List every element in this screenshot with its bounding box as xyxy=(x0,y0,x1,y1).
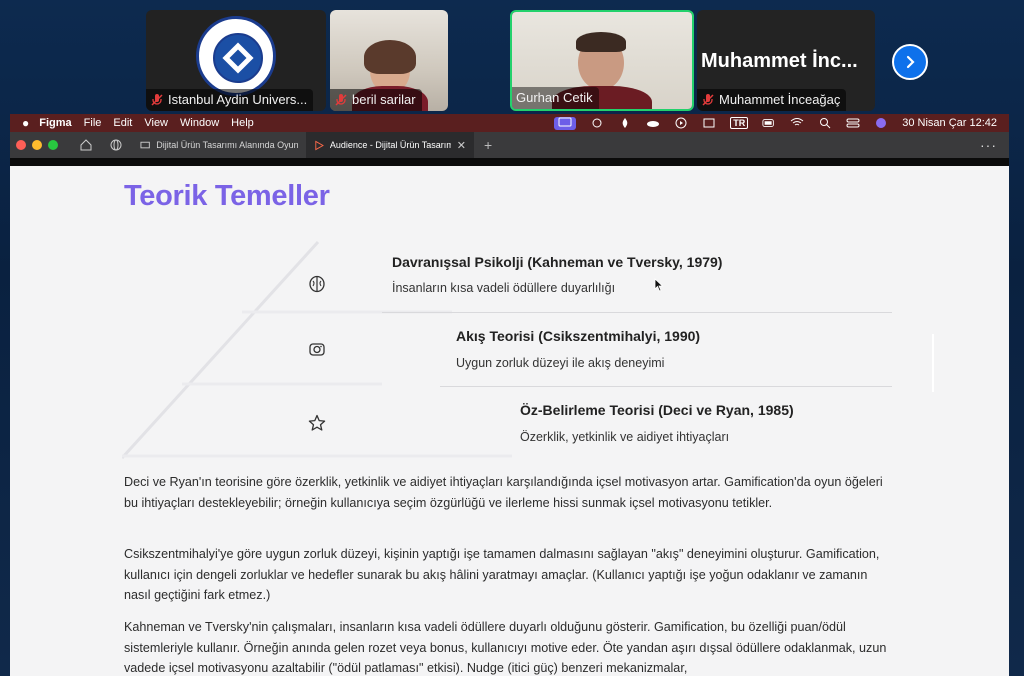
close-tab-icon[interactable]: ✕ xyxy=(457,139,466,152)
menu-help[interactable]: Help xyxy=(231,117,254,129)
scroll-indicator[interactable] xyxy=(932,334,934,392)
cloud-icon[interactable] xyxy=(646,117,660,129)
theory-title: Akış Teorisi (Csikszentmihalyi, 1990) xyxy=(456,328,701,344)
mic-muted-icon xyxy=(335,94,347,106)
app-menu[interactable]: Figma xyxy=(39,117,71,129)
body-paragraph: Kahneman ve Tversky'nin çalışmaları, ins… xyxy=(124,620,887,675)
theory-title: Davranışsal Psikolji (Kahneman ve Tversk… xyxy=(392,254,723,270)
row-divider xyxy=(440,386,892,387)
university-logo xyxy=(196,16,276,96)
status-icon[interactable] xyxy=(590,117,604,129)
menu-bar: ● Figma File Edit View Window Help TR 30… xyxy=(10,114,1009,132)
next-page-button[interactable] xyxy=(892,44,928,80)
participant-display-name: Muhammet İnc... xyxy=(701,50,858,72)
slide-top-bar xyxy=(10,158,1009,166)
participant-tile[interactable]: beril sarilar xyxy=(330,10,448,111)
datetime[interactable]: 30 Nisan Çar 12:42 xyxy=(902,117,997,129)
screen-share-icon[interactable] xyxy=(554,116,577,130)
presentation-slide: Teorik Temeller Davranışsal Psikolji (Ka… xyxy=(10,166,1009,676)
mic-muted-icon xyxy=(151,94,163,106)
input-source-badge[interactable]: TR xyxy=(730,117,749,129)
camera-icon xyxy=(309,343,325,356)
browser-tab-bar: Dijital Ürün Tasarımı Alanında Oyunla: A… xyxy=(10,132,1009,158)
participant-strip: Istanbul Aydin Univers... beril sarilar … xyxy=(0,0,1024,114)
play-icon[interactable] xyxy=(674,117,688,129)
menu-file[interactable]: File xyxy=(84,117,102,129)
star-icon xyxy=(308,414,326,431)
zoom-window-button[interactable] xyxy=(48,140,58,150)
participant-tile-active-speaker[interactable]: Gurhan Cetik xyxy=(510,10,694,111)
wifi-icon[interactable] xyxy=(790,117,804,129)
participant-name: Gurhan Cetik xyxy=(516,90,593,105)
theory-subtitle: Uygun zorluk düzeyi ile akış deneyimi xyxy=(456,356,665,370)
chevron-right-icon xyxy=(906,55,915,69)
participant-name: Istanbul Aydin Univers... xyxy=(168,92,308,107)
body-paragraph: Deci ve Ryan'ın teorisine göre özerklik,… xyxy=(124,475,883,510)
theory-title: Öz-Belirleme Teorisi (Deci ve Ryan, 1985… xyxy=(520,402,794,418)
mic-muted-icon xyxy=(702,94,714,106)
window-icon[interactable] xyxy=(702,117,716,129)
siri-icon[interactable] xyxy=(874,117,888,129)
apple-icon[interactable]: ● xyxy=(22,116,29,130)
menu-view[interactable]: View xyxy=(144,117,168,129)
presentation-icon xyxy=(140,141,150,148)
theory-subtitle: Özerklik, yetkinlik ve aidiyet ihtiyaçla… xyxy=(520,430,730,444)
brain-icon xyxy=(309,275,325,293)
flame-icon[interactable] xyxy=(618,117,632,129)
row-divider xyxy=(382,312,892,313)
close-window-button[interactable] xyxy=(16,140,26,150)
globe-icon[interactable] xyxy=(110,139,122,151)
new-tab-button[interactable]: + xyxy=(484,137,492,153)
search-icon[interactable] xyxy=(818,117,832,129)
play-icon xyxy=(315,140,324,150)
theory-subtitle: İnsanların kısa vadeli ödüllere duyarlıl… xyxy=(392,281,616,295)
menu-edit[interactable]: Edit xyxy=(113,117,132,129)
home-icon[interactable] xyxy=(80,139,92,151)
pyramid-outline xyxy=(122,240,512,460)
browser-tab[interactable]: Dijital Ürün Tasarımı Alanında Oyunla: xyxy=(132,132,306,158)
minimize-window-button[interactable] xyxy=(32,140,42,150)
participant-name: beril sarilar xyxy=(352,92,416,107)
body-paragraph: Csikszentmihalyi'ye göre uygun zorluk dü… xyxy=(124,547,880,602)
browser-tab-active[interactable]: Audience - Dijital Ürün Tasarımı A ✕ xyxy=(306,132,474,158)
participant-tile[interactable]: Istanbul Aydin Univers... xyxy=(146,10,326,111)
slide-title: Teorik Temeller xyxy=(124,180,330,212)
mouse-cursor-icon xyxy=(654,278,664,292)
menu-window[interactable]: Window xyxy=(180,117,219,129)
participant-tile[interactable]: Muhammet İnc... Muhammet İnceağaç xyxy=(697,10,875,111)
control-center-icon[interactable] xyxy=(846,117,860,129)
battery-icon[interactable] xyxy=(762,117,776,129)
participant-name: Muhammet İnceağaç xyxy=(719,92,841,107)
more-options-button[interactable]: ··· xyxy=(980,137,1009,153)
